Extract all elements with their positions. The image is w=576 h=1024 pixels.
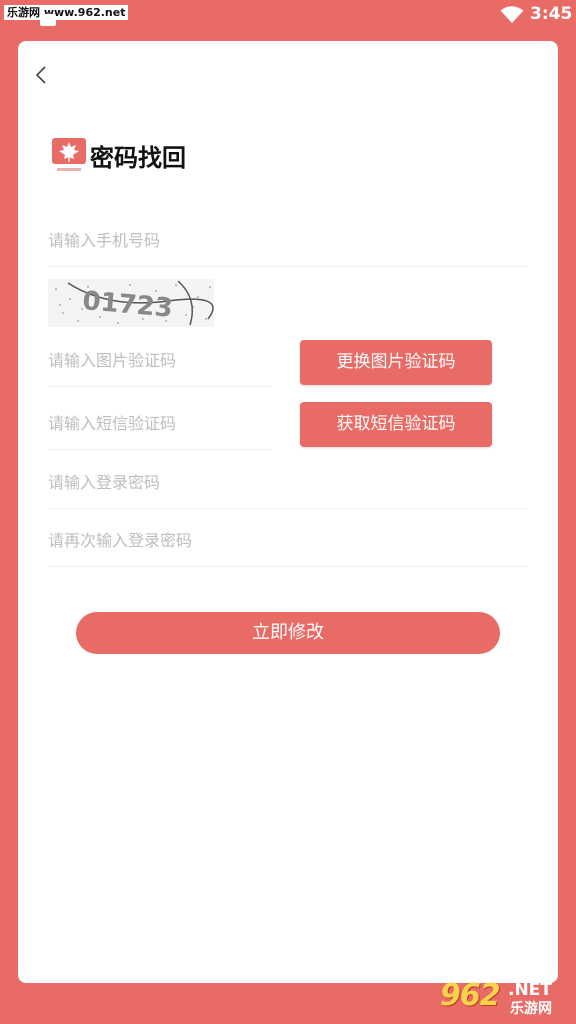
wifi-icon [500, 6, 524, 23]
confirm-password-input[interactable]: 请再次输入登录密码 [48, 515, 528, 567]
watermark-number: 962 [440, 978, 501, 1013]
phone-input[interactable]: 请输入手机号码 [48, 215, 528, 267]
get-sms-button[interactable]: 获取短信验证码 [300, 402, 492, 447]
password-input[interactable]: 请输入登录密码 [48, 457, 528, 509]
chevron-left-icon[interactable] [32, 65, 52, 85]
watermark-label: 乐游网 www.962.net [4, 5, 129, 20]
refresh-captcha-button[interactable]: 更换图片验证码 [300, 340, 492, 385]
image-code-input[interactable]: 请输入图片验证码 [48, 335, 272, 387]
captcha-image[interactable]: 01723 [48, 279, 214, 327]
site-watermark: 962 .NET 乐游网 [440, 978, 572, 1018]
watermark-net: .NET [508, 980, 552, 1000]
watermark-name: 乐游网 [510, 1001, 552, 1017]
status-time: 3:45 [530, 4, 573, 24]
recovery-card: 密码找回 请输入手机号码 01723 请输入图片验证码 更换图片验证码 请输入短… [18, 41, 558, 983]
maple-leaf-logo [52, 138, 86, 171]
sms-code-input[interactable]: 请输入短信验证码 [48, 398, 272, 450]
submit-button[interactable]: 立即修改 [76, 612, 500, 654]
notification-icon [40, 14, 56, 26]
status-bar: 乐游网 www.962.net 3:45 [0, 0, 576, 34]
page-title: 密码找回 [90, 144, 186, 172]
